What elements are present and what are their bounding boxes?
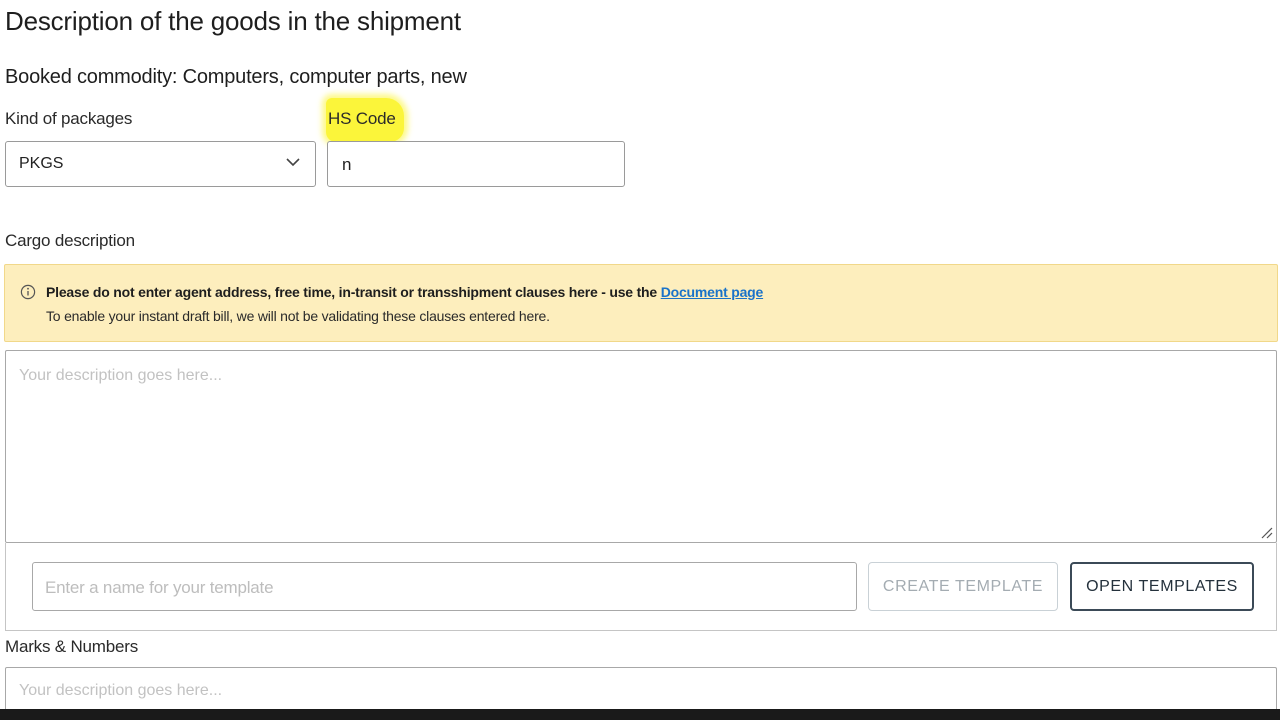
warning-sub-text: To enable your instant draft bill, we wi… [46,308,550,324]
kind-of-packages-label: Kind of packages [5,109,133,128]
template-name-input[interactable]: Enter a name for your template [32,562,857,611]
hs-code-value: n [342,155,352,174]
shipment-goods-page: Description of the goods in the shipment… [0,0,1280,720]
document-page-link[interactable]: Document page [661,284,764,300]
marks-numbers-placeholder: Your description goes here... [19,682,223,699]
marks-numbers-label: Marks & Numbers [5,637,139,656]
create-template-button[interactable]: CREATE TEMPLATE [868,562,1058,611]
bottom-edge-bar [0,709,1280,720]
hs-code-label: HS Code [328,109,396,128]
chevron-down-icon [286,158,300,167]
template-name-placeholder: Enter a name for your template [45,578,274,597]
booked-commodity: Booked commodity: Computers, computer pa… [5,66,467,88]
template-toolbar: Enter a name for your template CREATE TE… [5,543,1277,631]
warning-main-text: Please do not enter agent address, free … [46,284,764,300]
cargo-description-placeholder: Your description goes here... [19,367,223,384]
info-icon [20,284,36,300]
open-templates-button[interactable]: OPEN TEMPLATES [1070,562,1254,611]
cargo-description-textarea[interactable]: Your description goes here... [5,350,1277,543]
hs-code-input[interactable]: n [327,141,625,187]
cargo-warning-banner: Please do not enter agent address, free … [4,264,1278,342]
resize-handle-icon[interactable] [1259,525,1273,539]
kind-of-packages-value: PKGS [19,155,64,172]
cargo-description-label: Cargo description [5,231,135,250]
page-title: Description of the goods in the shipment [5,6,461,36]
kind-of-packages-select[interactable]: PKGS [5,141,316,187]
